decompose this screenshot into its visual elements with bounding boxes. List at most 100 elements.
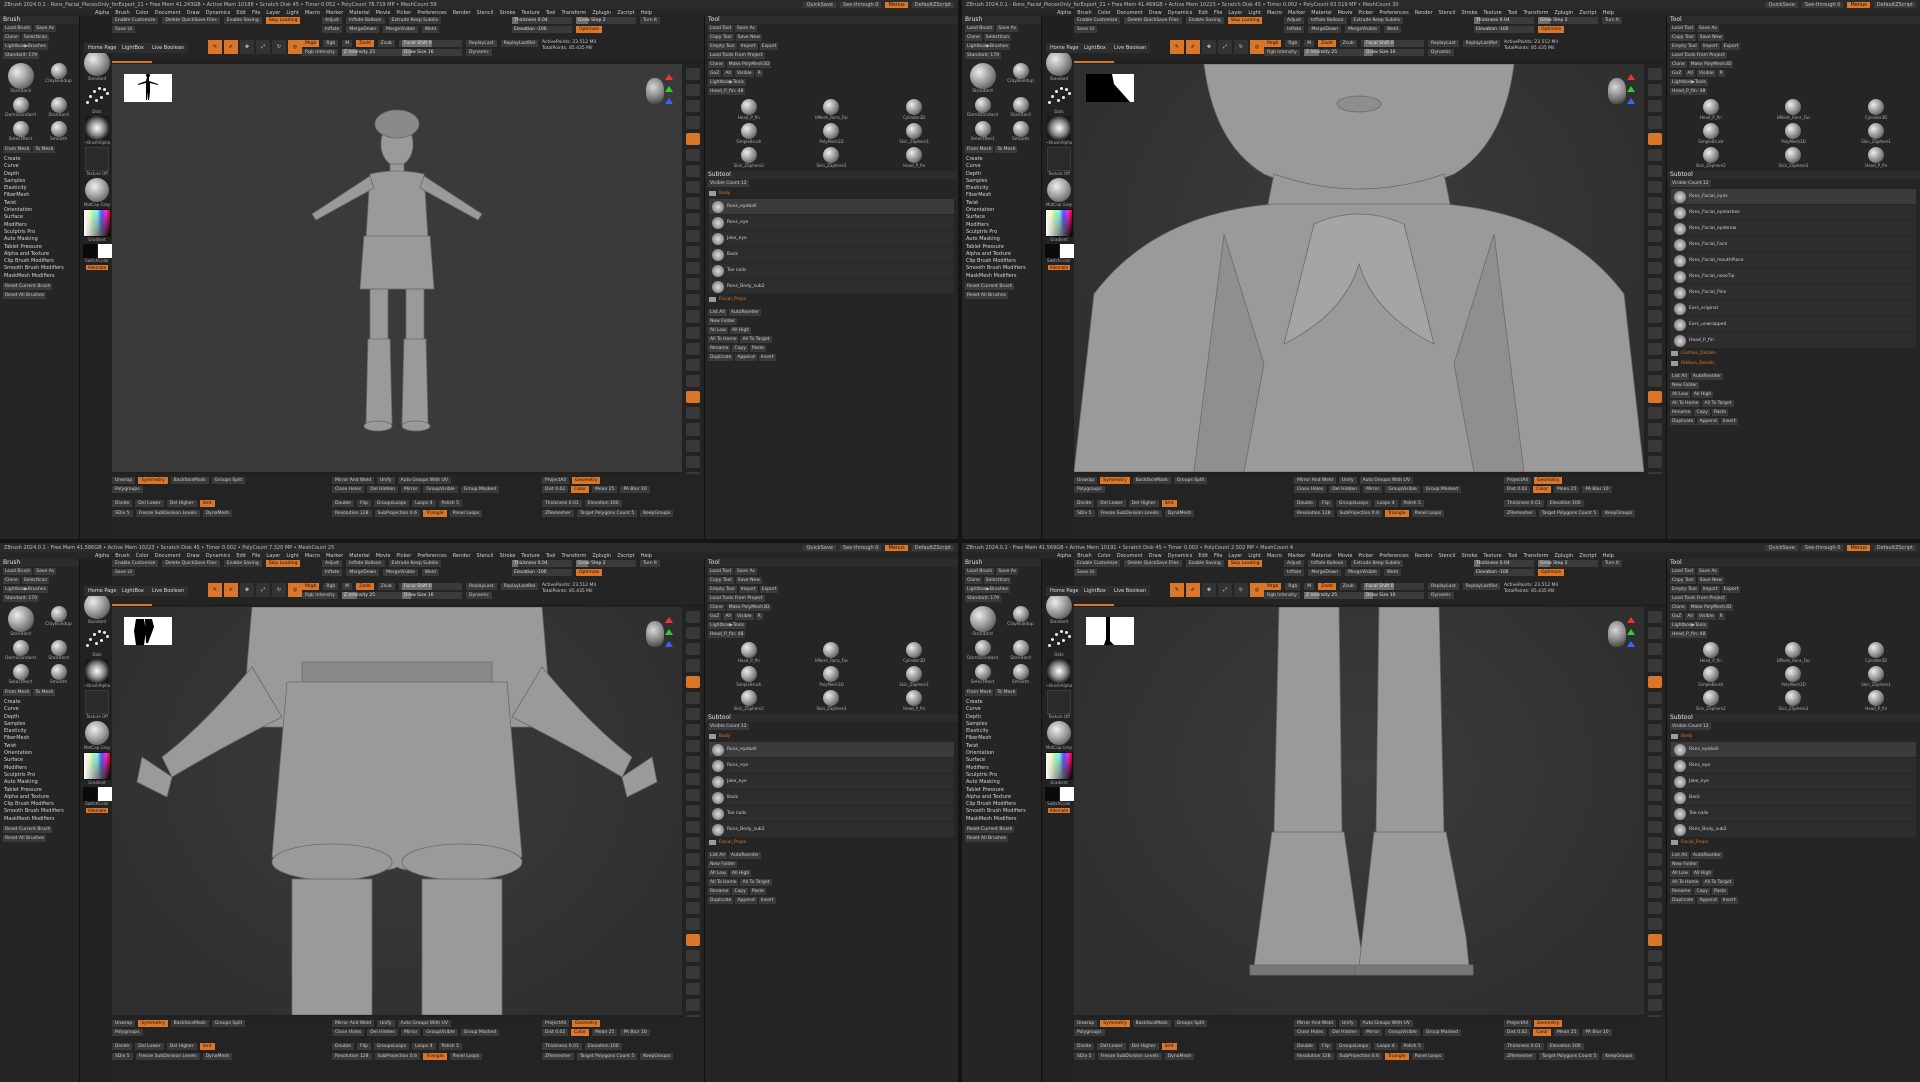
menu-layer[interactable]: Layer — [1228, 553, 1242, 559]
right-shelf-button[interactable] — [1648, 197, 1662, 210]
elevation-slider[interactable]: Elevation -100 — [512, 26, 572, 33]
move-icon[interactable]: ✥ — [1202, 40, 1216, 54]
mean-slider[interactable]: Mean 25 — [1554, 486, 1580, 493]
texture-slot[interactable]: Texture Off — [83, 690, 111, 719]
brush-menu-samples[interactable]: Samples — [4, 178, 75, 185]
resolution-slider[interactable]: Resolution 128 — [332, 1053, 372, 1060]
load-brush-button[interactable]: Load Brush — [965, 568, 995, 575]
menu-alpha[interactable]: Alpha — [95, 553, 109, 559]
brush-menu-twist[interactable]: Twist — [4, 743, 75, 750]
m-toggle[interactable]: M — [342, 583, 353, 590]
enable-saving-button[interactable]: Enable Saving — [1185, 17, 1224, 24]
primary-color-swatch[interactable] — [1059, 244, 1074, 258]
tool-thumb[interactable]: SimpleBrush — [709, 666, 789, 687]
pa-blur-slider[interactable]: PA Blur 10 — [1582, 486, 1612, 493]
geometry-button[interactable]: Geometry — [1533, 477, 1563, 484]
load-tool-button[interactable]: Load Tool — [1670, 568, 1695, 575]
geometry-button[interactable]: Geometry — [1533, 1020, 1563, 1027]
duplicate-button[interactable]: Duplicate — [1670, 418, 1696, 425]
unify-button[interactable]: Unify — [1338, 477, 1357, 484]
right-shelf-button[interactable] — [1648, 181, 1662, 194]
brush-menu-surface[interactable]: Surface — [966, 757, 1037, 764]
texture-slot[interactable]: Texture Off — [83, 147, 111, 176]
dynamesh-button[interactable]: DynaMesh — [1164, 510, 1195, 517]
brush-menu-tablet-pressure[interactable]: Tablet Pressure — [966, 244, 1037, 251]
brush-menu-surface[interactable]: Surface — [966, 214, 1037, 221]
save-as-tool-button[interactable]: Save As — [1696, 25, 1719, 32]
paste-button[interactable]: Paste — [749, 888, 767, 895]
alpha-slot[interactable]: ~BrushAlpha — [83, 116, 111, 145]
replay-last-rel-button[interactable]: ReplayLastRel — [1462, 40, 1501, 47]
move-icon[interactable]: ✥ — [240, 40, 254, 54]
subtool-row[interactable]: Rons_eye — [1671, 758, 1916, 773]
save-new-button[interactable]: Save New — [735, 34, 762, 41]
menu-document[interactable]: Document — [155, 10, 181, 16]
menu-document[interactable]: Document — [1117, 10, 1143, 16]
alternate-toggle[interactable]: Alternate — [85, 808, 109, 813]
menu-marker[interactable]: Marker — [326, 10, 343, 16]
menu-file[interactable]: File — [252, 553, 260, 559]
load-brush-button[interactable]: Load Brush — [3, 25, 33, 32]
right-shelf-button[interactable] — [686, 982, 700, 995]
polygroups-button[interactable]: Polygroups — [1074, 486, 1105, 493]
lightbox-brushes-button[interactable]: Lightbox▶Brushes — [965, 586, 1010, 593]
polygroups-button[interactable]: Polygroups — [1074, 1029, 1105, 1036]
canvas-viewport[interactable] — [1074, 607, 1644, 1015]
subtool-folder[interactable]: Facial_Props — [709, 295, 954, 304]
brush-menu-elasticity[interactable]: Elasticity — [966, 728, 1037, 735]
clone-tool-button[interactable]: Clone — [1670, 61, 1687, 68]
keep-groups-button[interactable]: KeepGroups — [1602, 1053, 1636, 1060]
menu-light[interactable]: Light — [286, 10, 298, 16]
right-shelf-button[interactable] — [686, 278, 700, 291]
right-shelf-button[interactable] — [1648, 643, 1662, 656]
right-shelf-button[interactable] — [686, 116, 700, 129]
tool-thumb[interactable]: Skin_ZSphere1 — [1836, 123, 1916, 144]
tool-thumb[interactable]: SimpleBrush — [709, 123, 789, 144]
subtool-row[interactable]: Ears_unwrapped — [1671, 317, 1916, 332]
menu-stroke[interactable]: Stroke — [1461, 553, 1477, 559]
sdiv-slider[interactable]: SDiv 5 — [1074, 1053, 1095, 1060]
mirror-and-weld-button[interactable]: Mirror And Weld — [1294, 477, 1336, 484]
home-page-button[interactable]: Home Page — [1046, 586, 1083, 596]
tool-thumb[interactable]: Skin_ZSphere1 — [1836, 666, 1916, 687]
brush-thumb-selectrect[interactable]: SelectRect — [3, 121, 38, 142]
thickness-bottom-slider[interactable]: Thickness 0.01 — [542, 500, 582, 507]
right-shelf-button[interactable] — [1648, 391, 1662, 404]
right-shelf-button[interactable] — [1648, 772, 1662, 785]
canvas-viewport[interactable] — [112, 64, 682, 472]
axis-gizmo-icon[interactable] — [1626, 74, 1636, 104]
merge-down-button[interactable]: MergeDown — [346, 26, 380, 33]
delete-quicksave-button[interactable]: Delete QuickSave Files — [1124, 560, 1182, 567]
live-boolean-button[interactable]: Live Boolean — [1110, 586, 1151, 596]
rename-button[interactable]: Rename — [708, 888, 731, 895]
group-masked-button[interactable]: Group Masked — [1422, 486, 1461, 493]
menu-stroke[interactable]: Stroke — [1461, 10, 1477, 16]
del-hidden-button[interactable]: Del Hidden — [1329, 1029, 1361, 1036]
insert-button[interactable]: Insert — [758, 897, 776, 904]
goz-all-button[interactable]: All — [723, 70, 733, 77]
double-button[interactable]: Double — [1294, 1043, 1316, 1050]
right-shelf-button[interactable] — [686, 740, 700, 753]
brush-menu-modifiers[interactable]: Modifiers — [966, 222, 1037, 229]
subtool-row[interactable]: Toe nails — [709, 806, 954, 821]
dynamic-toggle[interactable]: Dynamic — [1428, 49, 1454, 56]
right-shelf-button[interactable] — [686, 342, 700, 355]
menu-render[interactable]: Render — [453, 553, 471, 559]
group-masked-button[interactable]: Group Masked — [1422, 1029, 1461, 1036]
inflate-balloon-button[interactable]: Inflate Balloon — [1308, 560, 1347, 567]
brush-thumb-selectrect[interactable]: SelectRect — [965, 121, 1000, 142]
polygroups-button[interactable]: Polygroups — [112, 1029, 143, 1036]
right-shelf-button[interactable] — [1648, 627, 1662, 640]
subtool-row[interactable]: Rons_Facial_Pins — [1671, 285, 1916, 300]
brush-menu-smooth-brush-modifiers[interactable]: Smooth Brush Modifiers — [4, 265, 75, 272]
scale-icon[interactable]: ⤢ — [256, 583, 270, 597]
menu-zplugin[interactable]: Zplugin — [592, 553, 611, 559]
reset-all-brushes-button[interactable]: Reset All Brushes — [3, 292, 47, 300]
copy-button[interactable]: Copy — [1694, 888, 1710, 895]
tool-thumb[interactable]: UMesh_Rons_Fac — [792, 642, 872, 663]
mirror-and-weld-button[interactable]: Mirror And Weld — [332, 1020, 374, 1027]
z-intensity-slider[interactable]: Z Intensity 25 — [1303, 592, 1364, 599]
clone-tool-button[interactable]: Clone — [1670, 604, 1687, 611]
brush-menu-create[interactable]: Create — [4, 699, 75, 706]
menu-edit[interactable]: Edit — [1198, 10, 1208, 16]
